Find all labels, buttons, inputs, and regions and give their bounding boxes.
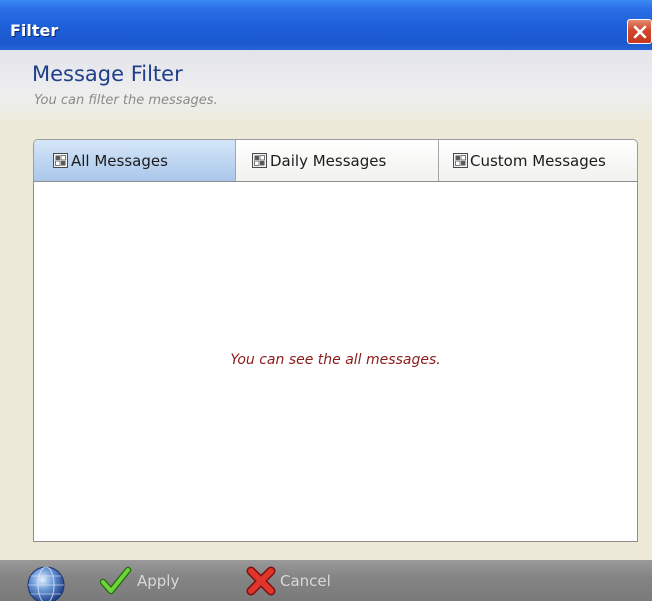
close-button[interactable] [627,19,652,44]
dialog-header: Message Filter You can filter the messag… [0,50,652,120]
tab-grid-icon [53,153,68,168]
tab-label: All Messages [71,152,168,170]
window-title: Filter [10,21,59,40]
content-message: You can see the all messages. [230,352,441,368]
title-bar[interactable]: Filter [0,0,652,50]
tab-all-messages[interactable]: All Messages [34,140,236,181]
tab-label: Custom Messages [470,152,606,170]
apply-button[interactable]: Apply [100,566,180,596]
tab-custom-messages[interactable]: Custom Messages [439,140,637,181]
page-subtitle: You can filter the messages. [34,93,218,108]
tab-content-panel: You can see the all messages. [33,181,638,542]
cancel-button[interactable]: Cancel [246,566,346,596]
checkmark-icon [100,566,132,595]
apply-label: Apply [137,572,180,590]
filter-window: Filter Message Filter You can filter the… [0,0,652,601]
tab-daily-messages[interactable]: Daily Messages [236,140,439,181]
cancel-label: Cancel [280,572,331,590]
tab-bar: All Messages Daily Messages Custom Messa… [33,139,638,181]
page-title: Message Filter [32,62,183,86]
close-icon [633,25,647,39]
tab-grid-icon [252,153,267,168]
tab-grid-icon [453,153,468,168]
tab-label: Daily Messages [270,152,387,170]
x-icon [246,566,276,596]
globe-icon[interactable] [26,565,66,601]
